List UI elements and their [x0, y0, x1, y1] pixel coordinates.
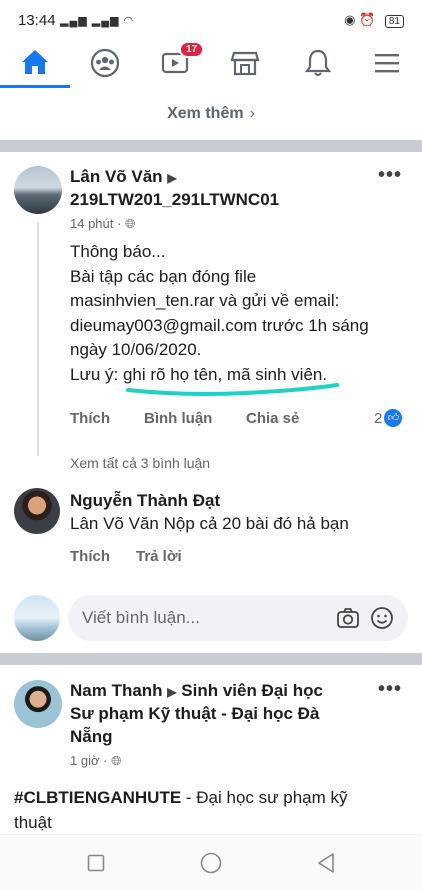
comment-text: Lân Võ Văn Nộp cả 20 bài đó hả bạn [70, 512, 349, 537]
post-group[interactable]: Sư phạm Kỹ thuật - Đại học Đà [70, 702, 319, 725]
nav-watch[interactable]: 17 [140, 38, 210, 88]
feed-separator [0, 140, 422, 152]
comment-mention[interactable]: Lân Võ Văn [70, 514, 159, 533]
see-more-label: Xem thêm [167, 105, 244, 122]
alarm-icon: ◉ ⏰ [344, 12, 376, 27]
post-line: dieumay003@gmail.com trước 1h sáng [70, 315, 369, 335]
post-line: Thông báo... [70, 242, 166, 261]
post-share-button[interactable]: Chia sẻ [246, 410, 299, 427]
post-group[interactable]: 219LTW201_291LTWNC01 [70, 188, 279, 211]
feed-separator [0, 653, 422, 665]
avatar[interactable] [14, 680, 62, 728]
post-body: Thông báo... Bài tập các bạn đóng file m… [70, 240, 369, 387]
globe-icon: 🌐︎ [111, 753, 122, 768]
post-line: - Đại học sư phạm kỹ [181, 788, 348, 807]
status-time: 13:44 [18, 12, 56, 29]
post-author[interactable]: Lân Võ Văn [70, 167, 163, 186]
post-group[interactable]: Sinh viên Đại học [181, 681, 323, 700]
post-time[interactable]: 1 giờ · [70, 753, 107, 768]
top-nav: 17 [0, 38, 422, 89]
thread-line [37, 222, 39, 456]
see-more-link[interactable]: Xem thêm › [0, 88, 422, 140]
battery-icon: 81 [384, 15, 404, 28]
camera-icon[interactable] [336, 606, 360, 630]
post2-body: #CLBTIENGANHUTE - Đại học sư phạm kỹ thu… [14, 786, 348, 835]
more-options-icon[interactable]: ••• [378, 678, 402, 701]
post-line: thuật [14, 812, 52, 832]
status-bar: 13:44 ▂▄▆ ▂▄▆ ◠ ◉ ⏰ 81 [0, 0, 422, 38]
globe-icon: 🌐︎ [124, 216, 136, 231]
more-options-icon[interactable]: ••• [378, 164, 402, 187]
nav-menu[interactable] [352, 38, 422, 88]
back-icon[interactable] [316, 852, 336, 874]
home-button-icon[interactable] [200, 852, 222, 874]
post-like-button[interactable]: Thích [70, 410, 110, 427]
comment-author[interactable]: Nguyễn Thành Đạt [70, 489, 220, 512]
comment-like-button[interactable]: Thích [70, 548, 110, 565]
comment-placeholder: Viết bình luận... [82, 608, 200, 627]
post-group[interactable]: Nẵng [70, 725, 113, 748]
post-author[interactable]: Nam Thanh [70, 681, 163, 700]
hashtag-link[interactable]: #CLBTIENGANHUTE [14, 788, 181, 807]
bell-icon [304, 49, 332, 76]
like-reaction-icon: 👍︎ [384, 409, 403, 427]
system-nav-bar [0, 834, 422, 890]
post-time[interactable]: 14 phút · [70, 216, 121, 231]
post-time-line: 14 phút · 🌐︎ [70, 216, 135, 232]
marketplace-icon [230, 51, 260, 76]
chevron-right-icon: › [249, 105, 255, 122]
menu-icon [375, 54, 399, 73]
comment-body: Nộp cả 20 bài đó hả bạn [158, 514, 349, 533]
nav-groups[interactable] [70, 38, 140, 88]
post-comment-button[interactable]: Bình luận [144, 410, 212, 427]
avatar[interactable] [14, 166, 62, 214]
commenter-avatar[interactable] [14, 488, 60, 534]
arrow-right-icon: ▶ [167, 685, 177, 699]
home-icon [22, 49, 48, 74]
nav-marketplace[interactable] [210, 38, 280, 88]
reaction-number: 2 [374, 409, 383, 427]
watch-badge: 17 [179, 41, 205, 58]
comment-input[interactable]: Viết bình luận... [68, 595, 408, 641]
comment-reply-button[interactable]: Trả lời [136, 548, 182, 565]
nav-home[interactable] [0, 38, 70, 88]
status-right: ◉ ⏰ 81 [344, 12, 404, 28]
highlight-underline [126, 383, 339, 396]
recent-apps-icon[interactable] [87, 854, 105, 872]
arrow-right-icon: ▶ [167, 171, 177, 185]
post2-header: Nam Thanh ▶ Sinh viên Đại học [70, 679, 380, 704]
emoji-icon[interactable] [370, 606, 394, 630]
my-avatar [14, 595, 60, 641]
post-line: ngày 10/06/2020. [70, 340, 202, 359]
nav-notifications[interactable] [283, 38, 353, 88]
groups-icon [90, 48, 120, 78]
post-line: masinhvien_ten.rar và gửi về email: [70, 291, 340, 310]
post-time-line: 1 giờ · 🌐︎ [70, 753, 121, 769]
post-author-line: Lân Võ Văn ▶ [70, 165, 177, 190]
post-line: Bài tập các bạn đóng file [70, 266, 257, 286]
reaction-count[interactable]: 2 👍︎ [374, 409, 403, 427]
signal-icon: ▂▄▆ ▂▄▆ ◠ [60, 15, 135, 27]
view-all-comments[interactable]: Xem tất cả 3 bình luận [70, 455, 210, 471]
